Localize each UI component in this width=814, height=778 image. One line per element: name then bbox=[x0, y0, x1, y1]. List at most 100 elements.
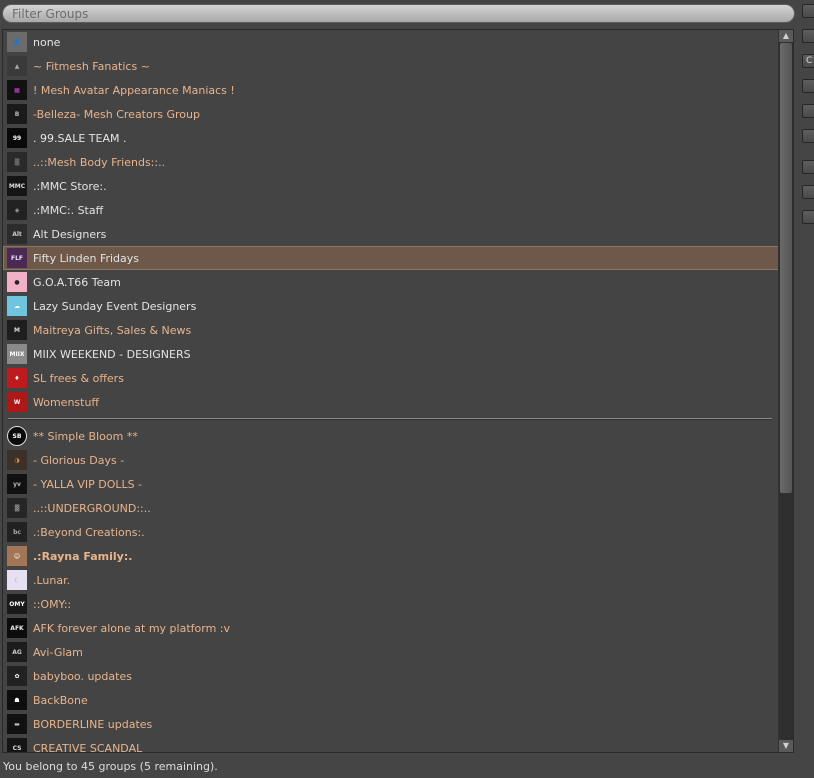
group-name: ! Mesh Avatar Appearance Maniacs ! bbox=[33, 83, 235, 97]
group-row[interactable]: W Womenstuff bbox=[3, 390, 780, 414]
group-row[interactable]: ▲ ~ Fitmesh Fanatics ~ bbox=[3, 54, 780, 78]
group-logo-icon: FLF bbox=[7, 248, 27, 268]
side-button[interactable] bbox=[802, 210, 814, 224]
group-logo-icon: ▬ bbox=[7, 714, 27, 734]
group-row[interactable]: ◈ .:MMC:. Staff bbox=[3, 198, 780, 222]
group-name: . 99.SALE TEAM . bbox=[33, 131, 127, 145]
group-name: - YALLA VIP DOLLS - bbox=[33, 477, 143, 491]
group-logo-icon: MIIX bbox=[7, 344, 27, 364]
group-row[interactable]: CS CREATIVE SCANDAL bbox=[3, 736, 780, 753]
side-button[interactable]: C bbox=[802, 54, 814, 68]
group-logo-icon: ✿ bbox=[7, 666, 27, 686]
group-row[interactable]: Alt Alt Designers bbox=[3, 222, 780, 246]
group-name: G.O.A.T66 Team bbox=[33, 275, 121, 289]
group-logo-icon: ◈ bbox=[7, 200, 27, 220]
side-button[interactable] bbox=[802, 104, 814, 118]
group-logo-icon: ◑ bbox=[7, 450, 27, 470]
group-list[interactable]: 👤 none ▲ ~ Fitmesh Fanatics ~ ▦! Mesh Avata… bbox=[2, 29, 794, 753]
group-logo-icon: ☺ bbox=[7, 546, 27, 566]
group-row[interactable]: ▦ ! Mesh Avatar Appearance Maniacs ! bbox=[3, 78, 780, 102]
group-logo-icon: ▓ bbox=[7, 498, 27, 518]
group-row[interactable]: SB ** Simple Bloom ** bbox=[3, 424, 780, 448]
group-name: Fifty Linden Fridays bbox=[33, 251, 140, 265]
group-name: .:Rayna Family:. bbox=[33, 549, 133, 563]
group-name: Alt Designers bbox=[33, 227, 107, 241]
group-logo-icon: CS bbox=[7, 738, 27, 752]
group-name: none bbox=[33, 35, 61, 49]
group-logo-icon: ▒ bbox=[7, 152, 27, 172]
group-name: MIIX WEEKEND - DESIGNERS bbox=[33, 347, 191, 361]
scroll-down-arrow-icon[interactable]: ▼ bbox=[779, 740, 793, 752]
scrollbar-thumb[interactable] bbox=[780, 43, 792, 493]
group-row[interactable]: M Maitreya Gifts, Sales & News bbox=[3, 318, 780, 342]
group-name: .:Beyond Creations:. bbox=[33, 525, 145, 539]
group-logo-icon: AG bbox=[7, 642, 27, 662]
filter-groups-input[interactable] bbox=[2, 4, 795, 23]
group-logo-icon: MMC bbox=[7, 176, 27, 196]
group-name: .Lunar. bbox=[33, 573, 71, 587]
group-list-rows: 👤 none ▲ ~ Fitmesh Fanatics ~ ▦! Mesh Avata… bbox=[3, 30, 780, 753]
group-logo-icon: ☾ bbox=[7, 570, 27, 590]
side-button[interactable] bbox=[802, 160, 814, 174]
group-name: SL frees & offers bbox=[33, 371, 124, 385]
group-name: babyboo. updates bbox=[33, 669, 132, 683]
group-name: ..::UNDERGROUND::.. bbox=[33, 501, 151, 515]
group-row[interactable]: bc .:Beyond Creations:. bbox=[3, 520, 780, 544]
group-logo-icon: B bbox=[7, 104, 27, 124]
group-row[interactable]: 👤 none bbox=[3, 30, 780, 54]
group-row[interactable]: 99 . 99.SALE TEAM . bbox=[3, 126, 780, 150]
group-row[interactable]: ✿ babyboo. updates bbox=[3, 664, 780, 688]
vertical-scrollbar[interactable]: ▲ ▼ bbox=[778, 30, 793, 752]
group-logo-icon: bc bbox=[7, 522, 27, 542]
silhouette-icon: 👤 bbox=[7, 32, 27, 52]
group-logo-icon: ▦ bbox=[7, 80, 27, 100]
group-row[interactable]: AG Avi-Glam bbox=[3, 640, 780, 664]
group-row[interactable]: ▬ BORDERLINE updates bbox=[3, 712, 780, 736]
side-button[interactable] bbox=[802, 4, 814, 18]
group-name: CREATIVE SCANDAL bbox=[33, 741, 143, 753]
group-name: - Glorious Days - bbox=[33, 453, 125, 467]
group-row[interactable]: ▒ ..::Mesh Body Friends::.. bbox=[3, 150, 780, 174]
side-button[interactable] bbox=[802, 29, 814, 43]
group-name: .:MMC:. Staff bbox=[33, 203, 104, 217]
group-name: .:MMC Store:. bbox=[33, 179, 107, 193]
group-row[interactable]: ☺ .:Rayna Family:. bbox=[3, 544, 780, 568]
group-row[interactable]: ☾ .Lunar. bbox=[3, 568, 780, 592]
group-row[interactable]: MIIX MIIX WEEKEND - DESIGNERS bbox=[3, 342, 780, 366]
group-name: BORDERLINE updates bbox=[33, 717, 153, 731]
group-row[interactable]: AFK AFK forever alone at my platform :v bbox=[3, 616, 780, 640]
side-button[interactable] bbox=[802, 185, 814, 199]
side-button[interactable] bbox=[802, 129, 814, 143]
group-row[interactable]: B -Belleza- Mesh Creators Group bbox=[3, 102, 780, 126]
group-row[interactable]: ♦ SL frees & offers bbox=[3, 366, 780, 390]
group-logo-icon: Alt bbox=[7, 224, 27, 244]
group-row[interactable]: FLF Fifty Linden Fridays bbox=[3, 246, 780, 270]
group-name: ..::Mesh Body Friends::.. bbox=[33, 155, 166, 169]
group-logo-icon: OMY bbox=[7, 594, 27, 614]
group-logo-icon: yv bbox=[7, 474, 27, 494]
group-logo-icon: ☗ bbox=[7, 690, 27, 710]
group-name: Womenstuff bbox=[33, 395, 100, 409]
group-row[interactable]: OMY::OMY:: bbox=[3, 592, 780, 616]
group-logo-icon: AFK bbox=[7, 618, 27, 638]
group-row[interactable]: ◑ - Glorious Days - bbox=[3, 448, 780, 472]
group-name: ~ Fitmesh Fanatics ~ bbox=[33, 59, 150, 73]
group-name: ::OMY:: bbox=[33, 597, 72, 611]
group-count-status: You belong to 45 groups (5 remaining). bbox=[3, 760, 218, 773]
group-name: AFK forever alone at my platform :v bbox=[33, 621, 230, 635]
group-logo-icon: ● bbox=[7, 272, 27, 292]
group-row[interactable]: ▓ ..::UNDERGROUND::.. bbox=[3, 496, 780, 520]
group-row[interactable]: ☁ Lazy Sunday Event Designers bbox=[3, 294, 780, 318]
side-button[interactable] bbox=[802, 79, 814, 93]
scroll-up-arrow-icon[interactable]: ▲ bbox=[779, 30, 793, 42]
group-row[interactable]: yv - YALLA VIP DOLLS - bbox=[3, 472, 780, 496]
group-logo-icon: ▲ bbox=[7, 56, 27, 76]
group-row[interactable]: MMC .:MMC Store:. bbox=[3, 174, 780, 198]
group-name: ** Simple Bloom ** bbox=[33, 429, 138, 443]
group-row[interactable]: ☗ BackBone bbox=[3, 688, 780, 712]
group-row[interactable]: ● G.O.A.T66 Team bbox=[3, 270, 780, 294]
group-logo-icon: ☁ bbox=[7, 296, 27, 316]
group-logo-icon: W bbox=[7, 392, 27, 412]
group-name: Lazy Sunday Event Designers bbox=[33, 299, 197, 313]
group-name: BackBone bbox=[33, 693, 88, 707]
